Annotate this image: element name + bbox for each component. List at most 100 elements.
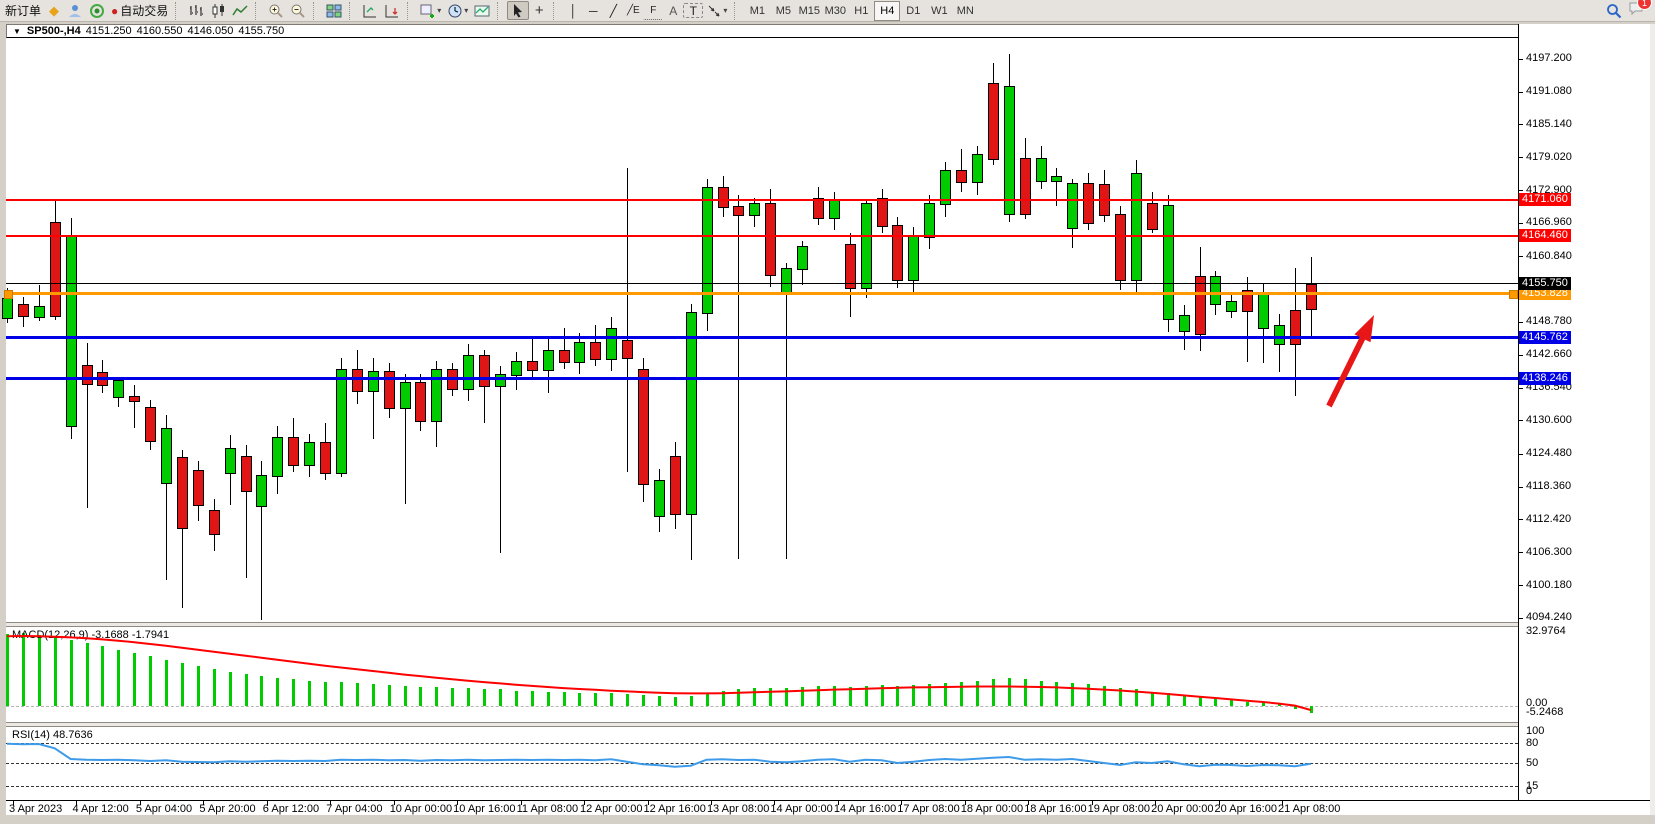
search-icon[interactable] — [1606, 3, 1622, 19]
window-menu-icon[interactable]: ▼ — [13, 27, 21, 36]
ohlc-close: 4155.750 — [238, 25, 284, 37]
timeframe-button-mn[interactable]: MN — [952, 1, 978, 21]
timeframe-button-h4[interactable]: H4 — [874, 1, 900, 21]
macd-histogram-bar — [1008, 678, 1011, 706]
time-tick-label: 11 Apr 08:00 — [517, 803, 579, 815]
macd-histogram-bar — [706, 693, 709, 706]
macd-histogram-bar — [801, 687, 804, 706]
line-handle[interactable] — [1509, 290, 1518, 299]
time-tick — [394, 801, 395, 805]
rsi-scale-label: 100 — [1526, 725, 1544, 737]
new-chart-button[interactable]: ▾ — [417, 1, 444, 20]
macd-panel[interactable] — [6, 627, 1518, 722]
zoom-out-icon — [290, 3, 306, 19]
channel-tool-button[interactable]: ╱E — [623, 1, 643, 20]
macd-histogram-bar — [197, 666, 200, 706]
timeframe-button-m5[interactable]: M5 — [770, 1, 796, 21]
text-icon: A — [669, 4, 677, 18]
cursor-tool-button[interactable] — [507, 1, 529, 20]
macd-histogram-bar — [1151, 692, 1154, 706]
timeframe-button-m15[interactable]: M15 — [796, 1, 822, 21]
timeframe-button-h1[interactable]: H1 — [848, 1, 874, 21]
zoom-out-button[interactable] — [287, 1, 309, 20]
price-tick — [1519, 322, 1523, 323]
horizontal-line-object[interactable] — [6, 377, 1518, 380]
candle-wick — [500, 366, 501, 553]
timeframes-menu-button[interactable]: ▾ — [444, 1, 471, 20]
trendline-tool-button[interactable]: ╱ — [603, 1, 623, 20]
horizontal-line-object[interactable] — [6, 336, 1518, 339]
ticket-icon: ◆ — [49, 3, 59, 19]
time-tick-label: 10 Apr 16:00 — [453, 803, 515, 815]
time-axis[interactable]: 3 Apr 20234 Apr 12:005 Apr 04:005 Apr 20… — [6, 801, 1650, 815]
timeframe-button-d1[interactable]: D1 — [900, 1, 926, 21]
channel-icon: ╱E — [627, 5, 640, 16]
arrows-tool-button[interactable]: ▾ — [703, 1, 730, 20]
candle — [256, 475, 267, 507]
macd-histogram-bar — [483, 689, 486, 706]
candle — [1195, 276, 1206, 335]
label-tool-button[interactable]: T — [683, 3, 703, 18]
notifications-button[interactable]: 1 — [1628, 0, 1645, 21]
templates-button[interactable] — [471, 1, 493, 20]
text-tool-button[interactable]: A — [663, 1, 683, 20]
candle — [924, 203, 935, 238]
auto-scroll-button[interactable] — [381, 1, 403, 20]
time-tick — [13, 801, 14, 805]
macd-histogram-bar — [229, 672, 232, 706]
vline-icon: │ — [570, 4, 578, 18]
timeframe-button-m30[interactable]: M30 — [822, 1, 848, 21]
candle — [1020, 158, 1031, 215]
profiles-icon-button[interactable] — [64, 1, 86, 20]
crosshair-tool-button[interactable]: + — [529, 1, 549, 20]
time-tick — [457, 801, 458, 805]
macd-histogram-bar — [6, 634, 9, 706]
horizontal-line-tool-button[interactable]: ─ — [583, 1, 603, 20]
time-tick-label: 5 Apr 04:00 — [136, 803, 192, 815]
toolbar-separator — [497, 2, 504, 20]
candle — [1131, 173, 1142, 281]
candle — [66, 235, 77, 427]
candle — [972, 154, 983, 183]
toolbar-separator — [255, 2, 262, 20]
macd-histogram-bar — [54, 637, 57, 706]
timeframe-button-m1[interactable]: M1 — [744, 1, 770, 21]
macd-histogram-bar — [753, 688, 756, 706]
tile-windows-button[interactable] — [323, 1, 345, 20]
price-tick — [1519, 487, 1523, 488]
signal-icon-button[interactable] — [86, 1, 108, 20]
macd-scale-label: 32.9764 — [1526, 625, 1566, 637]
chart-shift-button[interactable] — [359, 1, 381, 20]
order-ticket-icon[interactable]: ◆ — [44, 1, 64, 20]
horizontal-line-object[interactable] — [6, 199, 1518, 201]
fibonacci-tool-button[interactable]: F — [643, 1, 663, 20]
bar-chart-button[interactable] — [185, 1, 207, 20]
macd-histogram-bar — [976, 681, 979, 706]
zoom-in-button[interactable] — [265, 1, 287, 20]
candle — [1210, 276, 1221, 305]
candle — [908, 236, 919, 281]
fibonacci-icon: F — [650, 5, 656, 16]
rsi-label: RSI(14) 48.7636 — [12, 729, 93, 741]
auto-trading-button[interactable]: ● 自动交易 — [108, 1, 171, 20]
candle — [654, 480, 665, 517]
horizontal-line-object[interactable] — [6, 292, 1518, 295]
candle — [129, 396, 140, 402]
rsi-level-line — [6, 743, 1518, 744]
vertical-line-tool-button[interactable]: │ — [563, 1, 583, 20]
macd-histogram-bar — [1055, 682, 1058, 706]
line-handle[interactable] — [4, 290, 13, 299]
line-chart-button[interactable] — [229, 1, 251, 20]
timeframe-button-w1[interactable]: W1 — [926, 1, 952, 21]
hline-icon: ─ — [589, 4, 598, 18]
candle — [765, 203, 776, 276]
new-order-button[interactable]: 新订单 — [2, 1, 44, 20]
candle — [718, 187, 729, 208]
candlestick-chart-button[interactable] — [207, 1, 229, 20]
horizontal-line-object[interactable] — [6, 235, 1518, 237]
price-axis[interactable]: 4197.2004191.0804185.1404179.0204172.900… — [1519, 24, 1650, 800]
window-right-edge — [1650, 24, 1655, 815]
time-tick — [1219, 801, 1220, 805]
chart-shift-icon — [362, 3, 378, 19]
time-tick — [1155, 801, 1156, 805]
